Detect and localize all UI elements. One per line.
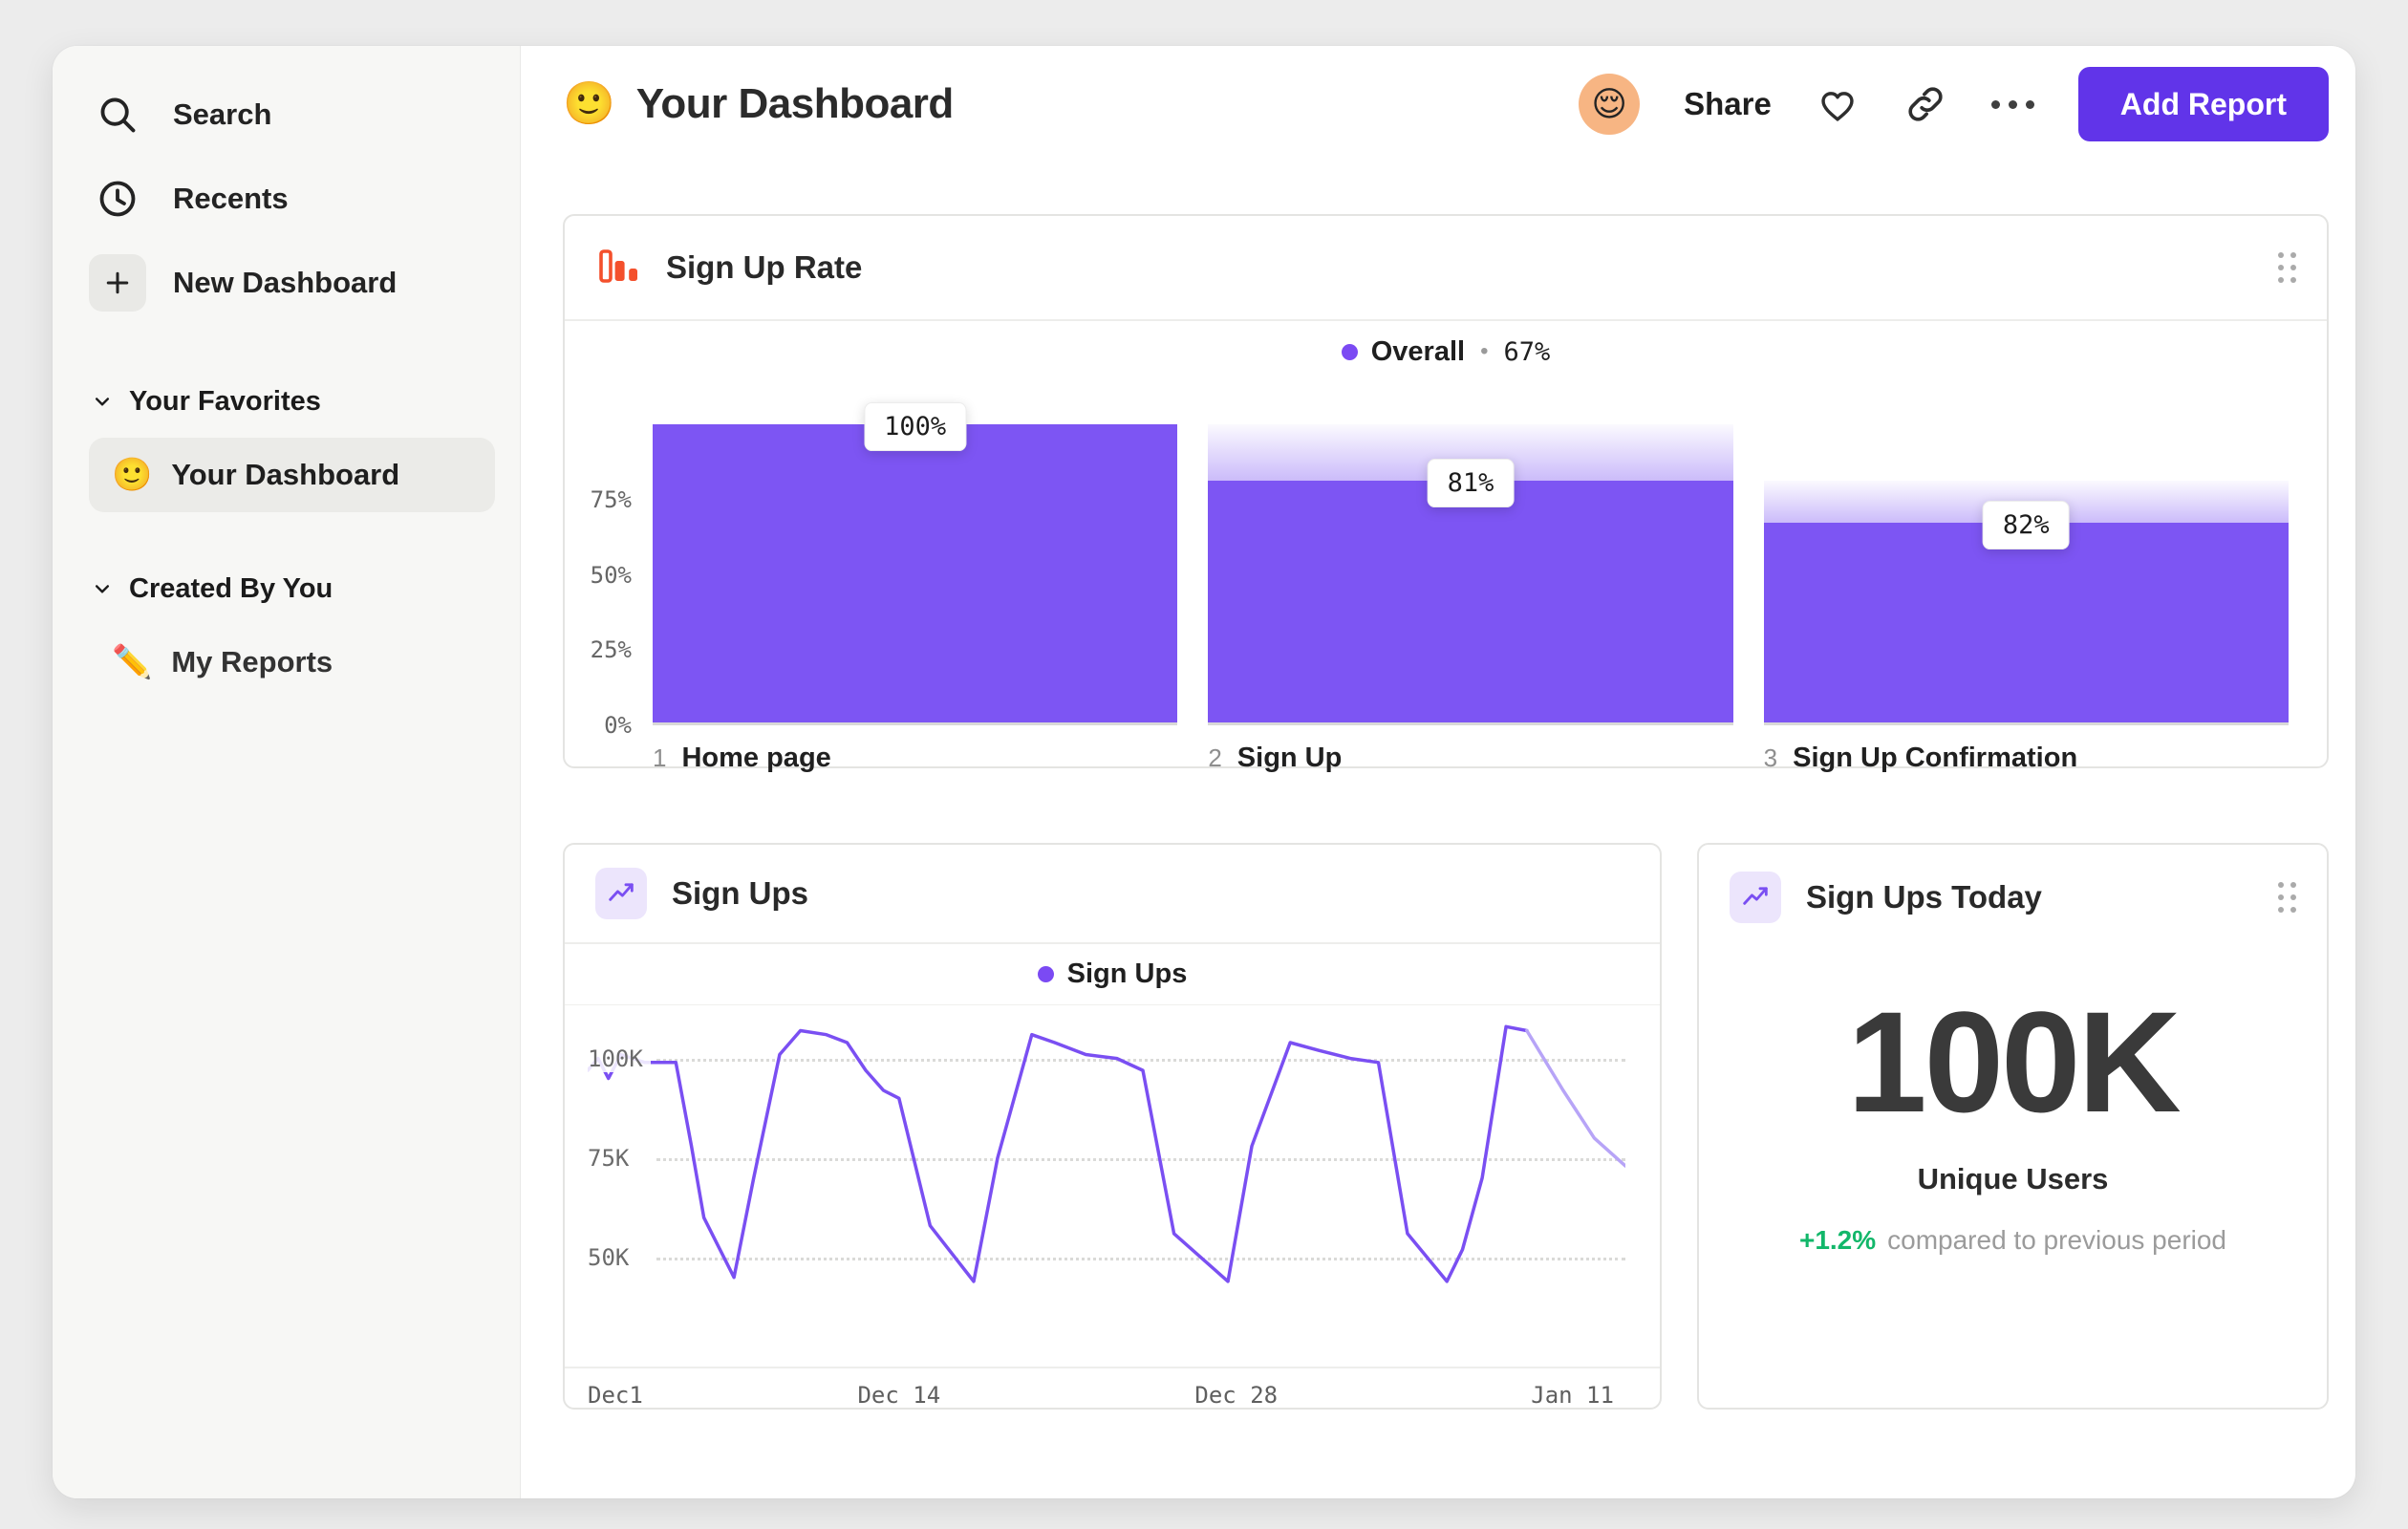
funnel-x-axis: 1 Home page 2 Sign Up 3 Sign Up Confirmation [653, 743, 2289, 774]
legend-label: Sign Ups [1066, 958, 1188, 989]
sidebar-item-your-dashboard[interactable]: 🙂 Your Dashboard [89, 438, 495, 512]
funnel-bar-fill [653, 424, 1178, 722]
created-by-you-section: Created By You ✏️ My Reports [89, 562, 495, 700]
share-button[interactable]: Share [1684, 86, 1772, 122]
sidebar-item-recents[interactable]: Recents [89, 157, 495, 241]
legend-dot [1037, 966, 1054, 982]
line-x-axis: Dec1 Dec 14 Dec 28 Jan 11 [565, 1367, 1660, 1420]
line-chart[interactable]: 50K 75K 100K [588, 1019, 1625, 1357]
funnel-category-label: 2 Sign Up [1208, 743, 1343, 773]
section-title: Your Favorites [129, 385, 321, 417]
sidebar-item-label: Recents [173, 182, 289, 215]
dashboard-header: 🙂 Your Dashboard 😌 Share Add Report [563, 61, 2329, 147]
clock-icon [89, 170, 146, 227]
sidebar-item-label: Your Dashboard [171, 458, 400, 491]
avatar[interactable]: 😌 [1579, 74, 1641, 135]
drag-handle-icon[interactable] [2278, 882, 2296, 913]
delta-description: compared to previous period [1887, 1225, 2227, 1255]
funnel-y-tick: 50% [590, 561, 632, 589]
search-icon [89, 86, 146, 143]
pencil-icon: ✏️ [112, 644, 153, 680]
funnel-bar-3[interactable]: 82% [1763, 424, 2289, 725]
metric-label: Unique Users [1917, 1162, 2109, 1195]
favorites-section: Your Favorites 🙂 Your Dashboard [89, 375, 495, 512]
card-header: Sign Up Rate [565, 216, 2327, 321]
copy-link-icon[interactable] [1903, 82, 1947, 126]
sign-up-rate-card: Sign Up Rate Overall • 67% 0% 25% 50% 75% 1… [563, 214, 2329, 773]
card-header: Sign Ups [565, 845, 1660, 944]
favorites-section-header[interactable]: Your Favorites [89, 375, 495, 428]
dashboard-emoji: 🙂 [563, 80, 615, 127]
plus-icon [89, 254, 146, 312]
funnel-bar-value-chip: 81% [1427, 459, 1515, 508]
card-header: Sign Ups Today [1699, 845, 2327, 950]
metric-delta: +1.2% compared to previous period [1699, 1225, 2327, 1256]
funnel-chart-icon [595, 243, 641, 293]
funnel-legend[interactable]: Overall • 67% [565, 321, 2327, 382]
funnel-y-tick: 75% [590, 485, 632, 513]
app-window: Search Recents New Dashboard Your Favori… [53, 46, 2355, 1498]
section-title: Created By You [129, 572, 333, 604]
funnel-bar-fill [1208, 481, 1733, 722]
cards-row: Sign Ups Sign Ups 50K 75K 100K Dec1 Dec 14 D… [563, 843, 2329, 1410]
sidebar-item-label: Search [173, 97, 272, 131]
line-x-tick: Dec 28 [1194, 1382, 1279, 1409]
line-x-tick: Jan 11 [1531, 1382, 1614, 1409]
header-actions: 😌 Share Add Report [1579, 67, 2329, 141]
legend-value: 67% [1503, 336, 1551, 367]
funnel-category-label: 3 Sign Up Confirmation [1763, 743, 2078, 773]
funnel-bar-2[interactable]: 81% [1208, 424, 1733, 725]
card-title: Sign Ups [672, 875, 809, 911]
more-options-icon[interactable] [1990, 99, 2034, 109]
funnel-bar-value-chip: 100% [864, 402, 967, 452]
funnel-y-tick: 0% [604, 712, 632, 739]
sidebar-item-search[interactable]: Search [89, 73, 495, 157]
add-report-button[interactable]: Add Report [2077, 67, 2329, 141]
delta-value: +1.2% [1798, 1225, 1877, 1255]
card-title: Sign Ups Today [1806, 879, 2042, 915]
sign-ups-card: Sign Ups Sign Ups 50K 75K 100K Dec1 Dec 14 D… [563, 843, 1662, 1410]
line-y-tick: 100K [588, 1044, 651, 1072]
funnel-chart: 0% 25% 50% 75% 100% 81% 82% [565, 382, 2327, 739]
funnel-y-tick: 25% [590, 636, 632, 664]
line-legend[interactable]: Sign Ups [565, 944, 1660, 1005]
legend-separator: • [1480, 338, 1489, 364]
sidebar-item-label: My Reports [171, 645, 333, 678]
funnel-y-axis: 0% 25% 50% 75% [565, 424, 653, 739]
drag-handle-icon[interactable] [2278, 252, 2296, 283]
line-y-tick: 50K [588, 1243, 637, 1271]
line-x-tick: Dec 14 [857, 1382, 941, 1409]
signups-line-forecast [1527, 1031, 1625, 1167]
line-chart-icon [595, 868, 647, 919]
sidebar: Search Recents New Dashboard Your Favori… [53, 46, 521, 1498]
chevron-down-icon [89, 388, 116, 415]
funnel-bar-value-chip: 82% [1982, 501, 2070, 550]
funnel-plot: 100% 81% 82% [653, 402, 2289, 725]
created-section-header[interactable]: Created By You [89, 562, 495, 615]
legend-label: Overall [1370, 335, 1466, 367]
main-content: 🙂 Your Dashboard 😌 Share Add Report Sign… [521, 46, 2355, 1498]
funnel-bar-1[interactable]: 100% [653, 402, 1178, 725]
chevron-down-icon [89, 575, 116, 602]
metric-value: 100K [1847, 981, 2182, 1142]
legend-dot [1341, 343, 1358, 360]
sidebar-item-my-reports[interactable]: ✏️ My Reports [89, 625, 495, 700]
line-y-tick: 75K [588, 1144, 637, 1172]
dashboard-emoji: 🙂 [112, 457, 153, 493]
page-title: Your Dashboard [635, 80, 955, 127]
sidebar-item-new-dashboard[interactable]: New Dashboard [89, 241, 495, 325]
line-chart-icon [1730, 872, 1781, 923]
favorite-heart-icon[interactable] [1816, 82, 1860, 126]
signups-line-plot [588, 1019, 1625, 1357]
funnel-bar-fill [1763, 522, 2289, 722]
sidebar-item-label: New Dashboard [173, 266, 398, 299]
funnel-category-label: 1 Home page [653, 743, 831, 773]
signups-line [588, 1026, 1527, 1281]
card-title: Sign Up Rate [666, 249, 863, 285]
dashboard-title-group: 🙂 Your Dashboard [563, 80, 954, 128]
line-x-tick: Dec1 [588, 1382, 643, 1409]
sign-ups-today-card: Sign Ups Today 100K Unique Users +1.2% c… [1697, 843, 2329, 1410]
